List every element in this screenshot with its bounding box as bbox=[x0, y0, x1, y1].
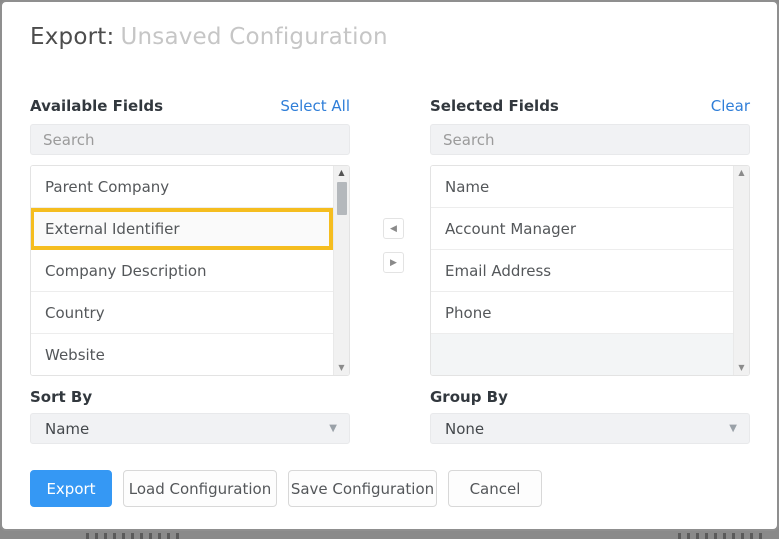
scroll-up-icon[interactable]: ▲ bbox=[338, 169, 344, 177]
selected-fields-label: Selected Fields bbox=[430, 97, 559, 115]
available-fields-label: Available Fields bbox=[30, 97, 164, 115]
available-list-scrollbar[interactable]: ▲ ▼ bbox=[333, 166, 349, 375]
group-by-group: Group By None ▼ bbox=[430, 388, 750, 444]
list-item[interactable]: Email Address bbox=[431, 250, 733, 292]
scroll-up-icon[interactable]: ▲ bbox=[738, 169, 744, 177]
selected-search-input[interactable] bbox=[430, 124, 750, 155]
load-configuration-button[interactable]: Load Configuration bbox=[123, 470, 277, 507]
arrow-left-icon: ◀ bbox=[390, 223, 397, 233]
scroll-down-icon[interactable]: ▼ bbox=[738, 364, 744, 372]
available-fields-list: Parent Company External Identifier Compa… bbox=[30, 165, 350, 376]
dialog-footer: Export Load Configuration Save Configura… bbox=[30, 470, 542, 507]
sort-by-label: Sort By bbox=[30, 388, 93, 406]
selected-fields-header: Selected Fields Clear bbox=[430, 97, 750, 115]
group-by-value: None bbox=[445, 419, 485, 438]
list-item[interactable]: Country bbox=[31, 292, 333, 334]
list-item[interactable]: Phone bbox=[431, 292, 733, 334]
chevron-down-icon: ▼ bbox=[729, 423, 737, 434]
background-page-fragment bbox=[678, 533, 763, 539]
sort-by-value: Name bbox=[45, 419, 90, 438]
dialog-title-prefix: Export: bbox=[30, 24, 115, 50]
list-item-highlighted[interactable]: External Identifier bbox=[31, 208, 333, 250]
selected-list-scrollbar[interactable]: ▲ ▼ bbox=[733, 166, 749, 375]
background-page-fragment bbox=[86, 533, 181, 539]
save-configuration-button[interactable]: Save Configuration bbox=[288, 470, 437, 507]
available-search-input[interactable] bbox=[30, 124, 350, 155]
selected-fields-panel: Selected Fields Clear Name Account Manag… bbox=[430, 97, 750, 376]
list-item[interactable]: Account Manager bbox=[431, 208, 733, 250]
available-fields-items: Parent Company External Identifier Compa… bbox=[31, 166, 333, 375]
select-all-link[interactable]: Select All bbox=[280, 97, 350, 115]
available-fields-header: Available Fields Select All bbox=[30, 97, 350, 115]
scrollbar-thumb[interactable] bbox=[337, 182, 347, 215]
sort-by-select[interactable]: Name ▼ bbox=[30, 413, 350, 444]
arrow-right-icon: ▶ bbox=[390, 257, 397, 267]
list-item[interactable]: Website bbox=[31, 334, 333, 375]
available-fields-panel: Available Fields Select All Parent Compa… bbox=[30, 97, 350, 376]
selected-fields-list: Name Account Manager Email Address Phone… bbox=[430, 165, 750, 376]
screen: Export: Unsaved Configuration Available F… bbox=[0, 0, 779, 539]
move-left-button[interactable]: ◀ bbox=[383, 218, 404, 239]
export-button[interactable]: Export bbox=[30, 470, 112, 507]
list-item[interactable]: Name bbox=[431, 166, 733, 208]
chevron-down-icon: ▼ bbox=[329, 423, 337, 434]
cancel-button[interactable]: Cancel bbox=[448, 470, 542, 507]
dialog-title-config-name: Unsaved Configuration bbox=[120, 24, 388, 50]
group-by-select[interactable]: None ▼ bbox=[430, 413, 750, 444]
scroll-down-icon[interactable]: ▼ bbox=[338, 364, 344, 372]
selected-fields-items: Name Account Manager Email Address Phone bbox=[431, 166, 733, 375]
list-item[interactable]: Parent Company bbox=[31, 166, 333, 208]
group-by-label: Group By bbox=[430, 388, 508, 406]
dialog-title: Export: Unsaved Configuration bbox=[30, 24, 388, 50]
move-right-button[interactable]: ▶ bbox=[383, 252, 404, 273]
export-dialog: Export: Unsaved Configuration Available F… bbox=[0, 0, 779, 531]
list-item[interactable]: Company Description bbox=[31, 250, 333, 292]
sort-by-group: Sort By Name ▼ bbox=[30, 388, 350, 444]
list-item-empty bbox=[431, 334, 733, 375]
clear-link[interactable]: Clear bbox=[711, 97, 750, 115]
